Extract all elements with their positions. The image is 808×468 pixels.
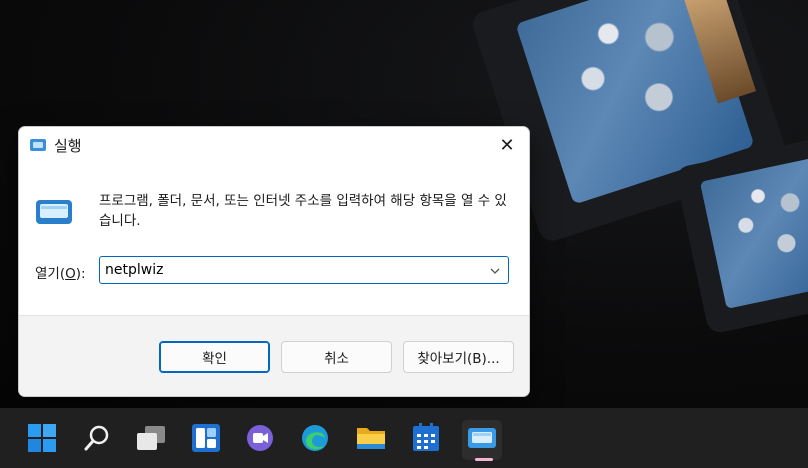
active-app-indicator — [475, 458, 493, 461]
button-area: 확인 취소 찾아보기(B)... — [19, 315, 529, 396]
open-label-prefix: 열기( — [35, 266, 66, 282]
widgets-icon — [191, 423, 221, 457]
cancel-button[interactable]: 취소 — [281, 341, 392, 373]
browse-button[interactable]: 찾아보기(B)... — [403, 341, 514, 373]
open-input[interactable]: netplwiz — [105, 262, 163, 278]
title-bar[interactable]: 실행 ✕ — [19, 127, 529, 163]
task-view-icon — [135, 424, 167, 456]
taskbar — [0, 408, 808, 468]
open-combobox[interactable]: netplwiz — [99, 256, 509, 284]
file-explorer-icon — [355, 424, 387, 456]
file-explorer-button[interactable] — [351, 420, 391, 460]
ok-button[interactable]: 확인 — [159, 341, 270, 373]
search-icon — [83, 424, 111, 456]
windows-start-icon — [27, 423, 57, 457]
edge-icon — [300, 423, 330, 457]
widgets-button[interactable] — [186, 420, 226, 460]
close-icon: ✕ — [499, 134, 515, 156]
run-app-button[interactable] — [462, 420, 502, 460]
calendar-app-button[interactable] — [406, 420, 446, 460]
dialog-title: 실행 — [54, 137, 82, 155]
task-view-button[interactable] — [131, 420, 171, 460]
calendar-app-icon — [412, 423, 440, 457]
open-label: 열기(O): — [35, 262, 86, 282]
start-button[interactable] — [22, 420, 62, 460]
search-button[interactable] — [77, 420, 117, 460]
chat-button[interactable] — [240, 420, 280, 460]
chevron-down-icon[interactable] — [488, 263, 502, 277]
run-dialog: 실행 ✕ 프로그램, 폴더, 문서, 또는 인터넷 주소를 입력하여 해당 항목… — [18, 126, 530, 397]
open-label-suffix: ): — [75, 266, 86, 282]
dialog-description: 프로그램, 폴더, 문서, 또는 인터넷 주소를 입력하여 해당 항목을 열 수… — [99, 193, 507, 229]
run-app-icon — [467, 426, 497, 454]
run-icon — [29, 137, 47, 153]
chat-icon — [245, 423, 275, 457]
edge-button[interactable] — [295, 420, 335, 460]
open-label-accelerator: O — [65, 266, 76, 282]
close-button[interactable]: ✕ — [485, 127, 529, 163]
run-large-icon — [35, 197, 75, 227]
